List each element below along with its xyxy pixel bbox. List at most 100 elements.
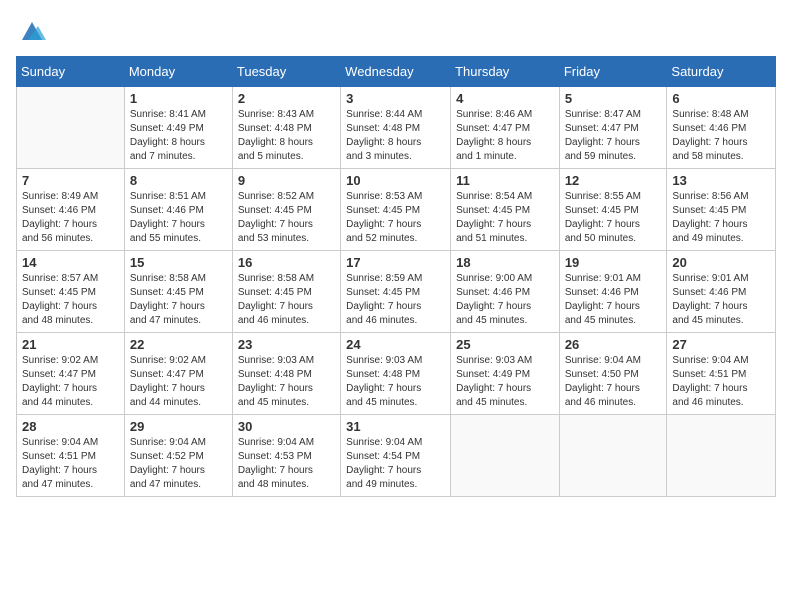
day-number: 23 [238,337,335,352]
day-number: 31 [346,419,445,434]
calendar-table: SundayMondayTuesdayWednesdayThursdayFrid… [16,56,776,497]
calendar-cell [559,415,667,497]
calendar-cell: 17 Sunrise: 8:59 AM Sunset: 4:45 PM Dayli… [341,251,451,333]
calendar-cell: 25Sunrise: 9:03 AM Sunset: 4:49 PM Dayli… [451,333,560,415]
day-number: 18 [456,255,554,270]
day-info: Sunrise: 9:04 AM Sunset: 4:52 PM Dayligh… [130,436,227,492]
weekday-header-friday: Friday [559,57,667,87]
week-row-3: 14 Sunrise: 8:57 AM Sunset: 4:45 PM Dayli… [17,251,776,333]
day-info: Sunrise: 9:04 AM Sunset: 4:53 PM Dayligh… [238,436,335,492]
day-info: Sunrise: 8:51 AM Sunset: 4:46 PM Dayligh… [130,190,227,246]
calendar-cell: 6 Sunrise: 8:48 AM Sunset: 4:46 PM Daylig… [667,87,776,169]
day-number: 21 [22,337,119,352]
calendar-cell: 22 Sunrise: 9:02 AM Sunset: 4:47 PM Dayli… [124,333,232,415]
day-number: 8 [130,173,227,188]
day-info: Sunrise: 8:44 AM Sunset: 4:48 PM Dayligh… [346,108,445,164]
day-number: 10 [346,173,445,188]
calendar-cell: 19 Sunrise: 9:01 AM Sunset: 4:46 PM Dayli… [559,251,667,333]
day-info: Sunrise: 9:04 AM Sunset: 4:50 PM Dayligh… [565,354,662,410]
day-number: 5 [565,91,662,106]
calendar-cell: 21 Sunrise: 9:02 AM Sunset: 4:47 PM Dayli… [17,333,125,415]
day-number: 27 [672,337,770,352]
calendar-cell: 4Sunrise: 8:46 AM Sunset: 4:47 PM Daylig… [451,87,560,169]
day-number: 22 [130,337,227,352]
day-info: Sunrise: 8:55 AM Sunset: 4:45 PM Dayligh… [565,190,662,246]
day-number: 16 [238,255,335,270]
day-info: Sunrise: 9:04 AM Sunset: 4:54 PM Dayligh… [346,436,445,492]
weekday-header-monday: Monday [124,57,232,87]
day-number: 25 [456,337,554,352]
day-number: 9 [238,173,335,188]
day-info: Sunrise: 9:01 AM Sunset: 4:46 PM Dayligh… [672,272,770,328]
day-info: Sunrise: 8:47 AM Sunset: 4:47 PM Dayligh… [565,108,662,164]
day-number: 14 [22,255,119,270]
calendar-cell: 1 Sunrise: 8:41 AM Sunset: 4:49 PM Daylig… [124,87,232,169]
calendar-cell: 8 Sunrise: 8:51 AM Sunset: 4:46 PM Daylig… [124,169,232,251]
day-number: 29 [130,419,227,434]
page-header [16,16,776,44]
day-info: Sunrise: 8:46 AM Sunset: 4:47 PM Dayligh… [456,108,554,164]
calendar-cell: 9 Sunrise: 8:52 AM Sunset: 4:45 PM Daylig… [232,169,340,251]
calendar-cell: 11 Sunrise: 8:54 AM Sunset: 4:45 PM Dayli… [451,169,560,251]
day-number: 15 [130,255,227,270]
calendar-cell: 5 Sunrise: 8:47 AM Sunset: 4:47 PM Daylig… [559,87,667,169]
day-number: 6 [672,91,770,106]
calendar-cell: 16 Sunrise: 8:58 AM Sunset: 4:45 PM Dayli… [232,251,340,333]
logo-icon [18,16,46,44]
day-info: Sunrise: 9:00 AM Sunset: 4:46 PM Dayligh… [456,272,554,328]
weekday-header-sunday: Sunday [17,57,125,87]
calendar-cell: 14 Sunrise: 8:57 AM Sunset: 4:45 PM Dayli… [17,251,125,333]
day-number: 24 [346,337,445,352]
calendar-cell: 29 Sunrise: 9:04 AM Sunset: 4:52 PM Dayli… [124,415,232,497]
day-info: Sunrise: 9:01 AM Sunset: 4:46 PM Dayligh… [565,272,662,328]
calendar-cell [451,415,560,497]
week-row-4: 21 Sunrise: 9:02 AM Sunset: 4:47 PM Dayli… [17,333,776,415]
day-number: 28 [22,419,119,434]
day-info: Sunrise: 9:03 AM Sunset: 4:48 PM Dayligh… [346,354,445,410]
weekday-header-wednesday: Wednesday [341,57,451,87]
day-number: 17 [346,255,445,270]
day-number: 30 [238,419,335,434]
day-info: Sunrise: 8:58 AM Sunset: 4:45 PM Dayligh… [130,272,227,328]
day-info: Sunrise: 8:41 AM Sunset: 4:49 PM Dayligh… [130,108,227,164]
calendar-cell: 31 Sunrise: 9:04 AM Sunset: 4:54 PM Dayli… [341,415,451,497]
day-number: 7 [22,173,119,188]
day-info: Sunrise: 8:53 AM Sunset: 4:45 PM Dayligh… [346,190,445,246]
day-info: Sunrise: 8:59 AM Sunset: 4:45 PM Dayligh… [346,272,445,328]
day-number: 2 [238,91,335,106]
day-info: Sunrise: 8:56 AM Sunset: 4:45 PM Dayligh… [672,190,770,246]
day-number: 11 [456,173,554,188]
weekday-header-tuesday: Tuesday [232,57,340,87]
calendar-cell: 28Sunrise: 9:04 AM Sunset: 4:51 PM Dayli… [17,415,125,497]
calendar-cell: 10 Sunrise: 8:53 AM Sunset: 4:45 PM Dayli… [341,169,451,251]
calendar-cell: 15 Sunrise: 8:58 AM Sunset: 4:45 PM Dayli… [124,251,232,333]
day-info: Sunrise: 8:54 AM Sunset: 4:45 PM Dayligh… [456,190,554,246]
day-number: 12 [565,173,662,188]
day-info: Sunrise: 9:02 AM Sunset: 4:47 PM Dayligh… [22,354,119,410]
weekday-header-saturday: Saturday [667,57,776,87]
day-info: Sunrise: 8:49 AM Sunset: 4:46 PM Dayligh… [22,190,119,246]
day-number: 19 [565,255,662,270]
day-info: Sunrise: 8:48 AM Sunset: 4:46 PM Dayligh… [672,108,770,164]
calendar-cell: 2Sunrise: 8:43 AM Sunset: 4:48 PM Daylig… [232,87,340,169]
calendar-cell: 24 Sunrise: 9:03 AM Sunset: 4:48 PM Dayli… [341,333,451,415]
day-info: Sunrise: 9:02 AM Sunset: 4:47 PM Dayligh… [130,354,227,410]
day-info: Sunrise: 8:58 AM Sunset: 4:45 PM Dayligh… [238,272,335,328]
calendar-cell: 18 Sunrise: 9:00 AM Sunset: 4:46 PM Dayli… [451,251,560,333]
day-info: Sunrise: 8:52 AM Sunset: 4:45 PM Dayligh… [238,190,335,246]
calendar-cell: 7 Sunrise: 8:49 AM Sunset: 4:46 PM Daylig… [17,169,125,251]
calendar-cell: 3 Sunrise: 8:44 AM Sunset: 4:48 PM Daylig… [341,87,451,169]
week-row-2: 7 Sunrise: 8:49 AM Sunset: 4:46 PM Daylig… [17,169,776,251]
day-number: 3 [346,91,445,106]
calendar-cell: 30 Sunrise: 9:04 AM Sunset: 4:53 PM Dayli… [232,415,340,497]
day-number: 26 [565,337,662,352]
day-number: 1 [130,91,227,106]
calendar-cell: 12 Sunrise: 8:55 AM Sunset: 4:45 PM Dayli… [559,169,667,251]
week-row-5: 28Sunrise: 9:04 AM Sunset: 4:51 PM Dayli… [17,415,776,497]
day-info: Sunrise: 9:04 AM Sunset: 4:51 PM Dayligh… [672,354,770,410]
weekday-header-thursday: Thursday [451,57,560,87]
calendar-cell [667,415,776,497]
calendar-cell: 26 Sunrise: 9:04 AM Sunset: 4:50 PM Dayli… [559,333,667,415]
day-info: Sunrise: 8:57 AM Sunset: 4:45 PM Dayligh… [22,272,119,328]
calendar-cell: 13Sunrise: 8:56 AM Sunset: 4:45 PM Dayli… [667,169,776,251]
